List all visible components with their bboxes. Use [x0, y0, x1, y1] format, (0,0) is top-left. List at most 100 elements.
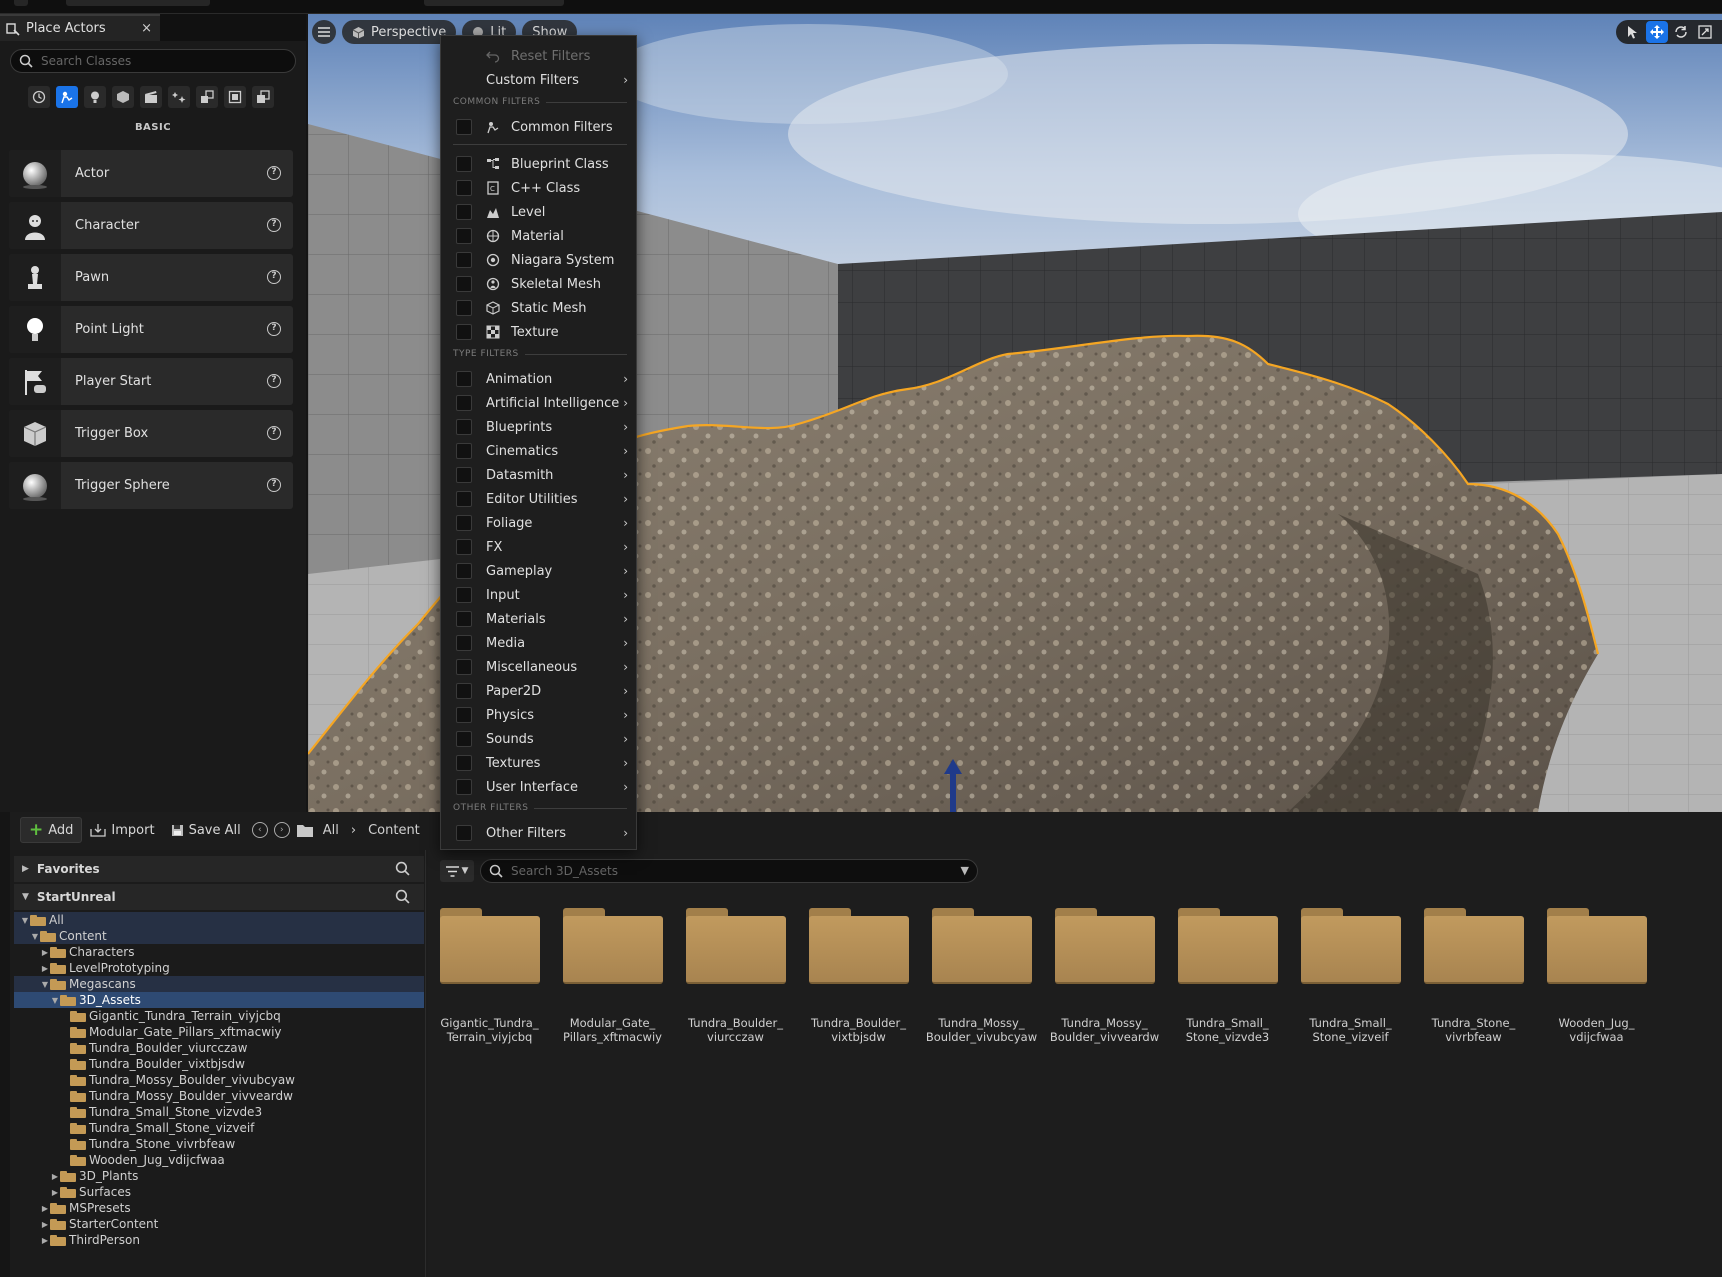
filter-checkbox[interactable]	[456, 371, 472, 387]
category-button-lights[interactable]	[84, 86, 106, 108]
category-button-basic[interactable]	[56, 86, 78, 108]
asset-folder-tile[interactable]: Gigantic_Tundra_ Terrain_viyjcbq	[428, 902, 551, 1044]
type-filter-input[interactable]: Input ›	[441, 584, 638, 606]
filter-checkbox[interactable]	[456, 707, 472, 723]
type-filter-fx[interactable]: FX ›	[441, 536, 638, 558]
tree-item[interactable]: Tundra_Mossy_Boulder_vivubcyaw	[14, 1072, 424, 1088]
search-classes-input[interactable]	[41, 54, 281, 68]
actor-item-character[interactable]: Character?	[9, 202, 293, 249]
type-filter-textures[interactable]: Textures ›	[441, 752, 638, 774]
chevron-down-icon[interactable]: ▼	[961, 864, 969, 877]
filter-checkbox[interactable]	[456, 587, 472, 603]
tree-item[interactable]: Tundra_Small_Stone_vizveif	[14, 1120, 424, 1136]
tree-item[interactable]: Gigantic_Tundra_Terrain_viyjcbq	[14, 1008, 424, 1024]
tree-item[interactable]: Tundra_Small_Stone_vizvde3	[14, 1104, 424, 1120]
expand-arrow-icon[interactable]: ▶	[40, 1220, 50, 1229]
filter-checkbox[interactable]	[456, 755, 472, 771]
filter-checkbox[interactable]	[456, 635, 472, 651]
asset-search-input[interactable]	[511, 864, 951, 878]
filter-checkbox[interactable]	[456, 825, 472, 841]
reset-filters-item[interactable]: Reset Filters	[441, 45, 638, 67]
collapse-arrow-icon[interactable]: ▼	[20, 916, 30, 925]
help-icon[interactable]: ?	[267, 478, 281, 492]
filter-checkbox[interactable]	[456, 419, 472, 435]
category-button-recent[interactable]	[28, 86, 50, 108]
type-filter-blueprints[interactable]: Blueprints ›	[441, 416, 638, 438]
actor-item-trigger-box[interactable]: Trigger Box?	[9, 410, 293, 457]
help-icon[interactable]: ?	[267, 218, 281, 232]
filter-checkbox[interactable]	[456, 611, 472, 627]
actor-item-pawn[interactable]: Pawn?	[9, 254, 293, 301]
filter-checkbox[interactable]	[456, 659, 472, 675]
filter-checkbox[interactable]	[456, 779, 472, 795]
category-button-geometry[interactable]	[196, 86, 218, 108]
category-button-cinematic[interactable]	[140, 86, 162, 108]
actor-item-point-light[interactable]: Point Light?	[9, 306, 293, 353]
rotate-tool-button[interactable]	[1670, 21, 1692, 43]
asset-folder-tile[interactable]: Tundra_Mossy_ Boulder_vivveardw	[1043, 902, 1166, 1044]
type-filter-animation[interactable]: Animation ›	[441, 368, 638, 390]
category-button-volumes[interactable]	[224, 86, 246, 108]
filter-checkbox[interactable]	[456, 204, 472, 220]
filter-checkbox[interactable]	[456, 683, 472, 699]
tree-item[interactable]: Tundra_Stone_vivrbfeaw	[14, 1136, 424, 1152]
category-button-visual-effects[interactable]	[168, 86, 190, 108]
filter-checkbox[interactable]	[456, 156, 472, 172]
asset-type-filter-texture[interactable]: Texture	[441, 321, 638, 343]
search-classes-field[interactable]	[10, 49, 296, 73]
search-icon[interactable]	[395, 861, 410, 876]
common-filters-item[interactable]: Common Filters	[441, 116, 638, 138]
help-icon[interactable]: ?	[267, 426, 281, 440]
collapse-arrow-icon[interactable]: ▼	[30, 932, 40, 941]
type-filter-foliage[interactable]: Foliage ›	[441, 512, 638, 534]
filter-checkbox[interactable]	[456, 515, 472, 531]
filter-checkbox[interactable]	[456, 563, 472, 579]
help-icon[interactable]: ?	[267, 270, 281, 284]
asset-folder-tile[interactable]: Tundra_Small_ Stone_vizvde3	[1166, 902, 1289, 1044]
asset-folder-tile[interactable]: Tundra_Mossy_ Boulder_vivubcyaw	[920, 902, 1043, 1044]
tree-item[interactable]: ▼ 3D_Assets	[14, 992, 424, 1008]
history-forward-icon[interactable]: ›	[273, 822, 290, 838]
project-section-header[interactable]: ▼ StartUnreal	[14, 884, 424, 910]
type-filter-materials[interactable]: Materials ›	[441, 608, 638, 630]
actor-item-trigger-sphere[interactable]: Trigger Sphere?	[9, 462, 293, 509]
breadcrumb-content[interactable]: Content	[368, 823, 420, 838]
filter-checkbox[interactable]	[456, 252, 472, 268]
help-icon[interactable]: ?	[267, 374, 281, 388]
filter-checkbox[interactable]	[456, 324, 472, 340]
asset-type-filter-level[interactable]: Level	[441, 201, 638, 223]
search-icon[interactable]	[395, 889, 410, 904]
type-filter-media[interactable]: Media ›	[441, 632, 638, 654]
tree-item[interactable]: ▶ MSPresets	[14, 1200, 424, 1216]
asset-folder-tile[interactable]: Tundra_Boulder_ vixtbjsdw	[797, 902, 920, 1044]
category-button-all-classes[interactable]	[252, 86, 274, 108]
expand-arrow-icon[interactable]: ▶	[50, 1172, 60, 1181]
filter-checkbox[interactable]	[456, 180, 472, 196]
asset-type-filter-niagara-system[interactable]: Niagara System	[441, 249, 638, 271]
tree-item[interactable]: Modular_Gate_Pillars_xftmacwiy	[14, 1024, 424, 1040]
asset-search-field[interactable]: ▼	[480, 859, 978, 883]
tree-item[interactable]: ▶ Surfaces	[14, 1184, 424, 1200]
type-filter-user-interface[interactable]: User Interface ›	[441, 776, 638, 798]
scale-tool-button[interactable]	[1694, 21, 1716, 43]
type-filter-physics[interactable]: Physics ›	[441, 704, 638, 726]
custom-filters-item[interactable]: Custom Filters ›	[441, 69, 638, 91]
type-filter-artificial-intelligence[interactable]: Artificial Intelligence ›	[441, 392, 638, 414]
help-icon[interactable]: ?	[267, 166, 281, 180]
place-actors-tab[interactable]: Place Actors ×	[0, 14, 160, 41]
tree-item[interactable]: ▶ StarterContent	[14, 1216, 424, 1232]
actor-item-actor[interactable]: Actor?	[9, 150, 293, 197]
filter-checkbox[interactable]	[456, 539, 472, 555]
asset-type-filter-material[interactable]: Material	[441, 225, 638, 247]
tree-item[interactable]: ▶ Characters	[14, 944, 424, 960]
type-filter-sounds[interactable]: Sounds ›	[441, 728, 638, 750]
filter-checkbox[interactable]	[456, 119, 472, 135]
actor-item-player-start[interactable]: Player Start?	[9, 358, 293, 405]
filter-checkbox[interactable]	[456, 300, 472, 316]
breadcrumb-separator[interactable]: ›	[351, 823, 356, 838]
type-filter-cinematics[interactable]: Cinematics ›	[441, 440, 638, 462]
favorites-section-header[interactable]: ▶ Favorites	[14, 856, 424, 882]
import-button[interactable]: Import	[82, 817, 162, 843]
filter-button[interactable]: ▼	[440, 860, 474, 882]
filter-checkbox[interactable]	[456, 731, 472, 747]
